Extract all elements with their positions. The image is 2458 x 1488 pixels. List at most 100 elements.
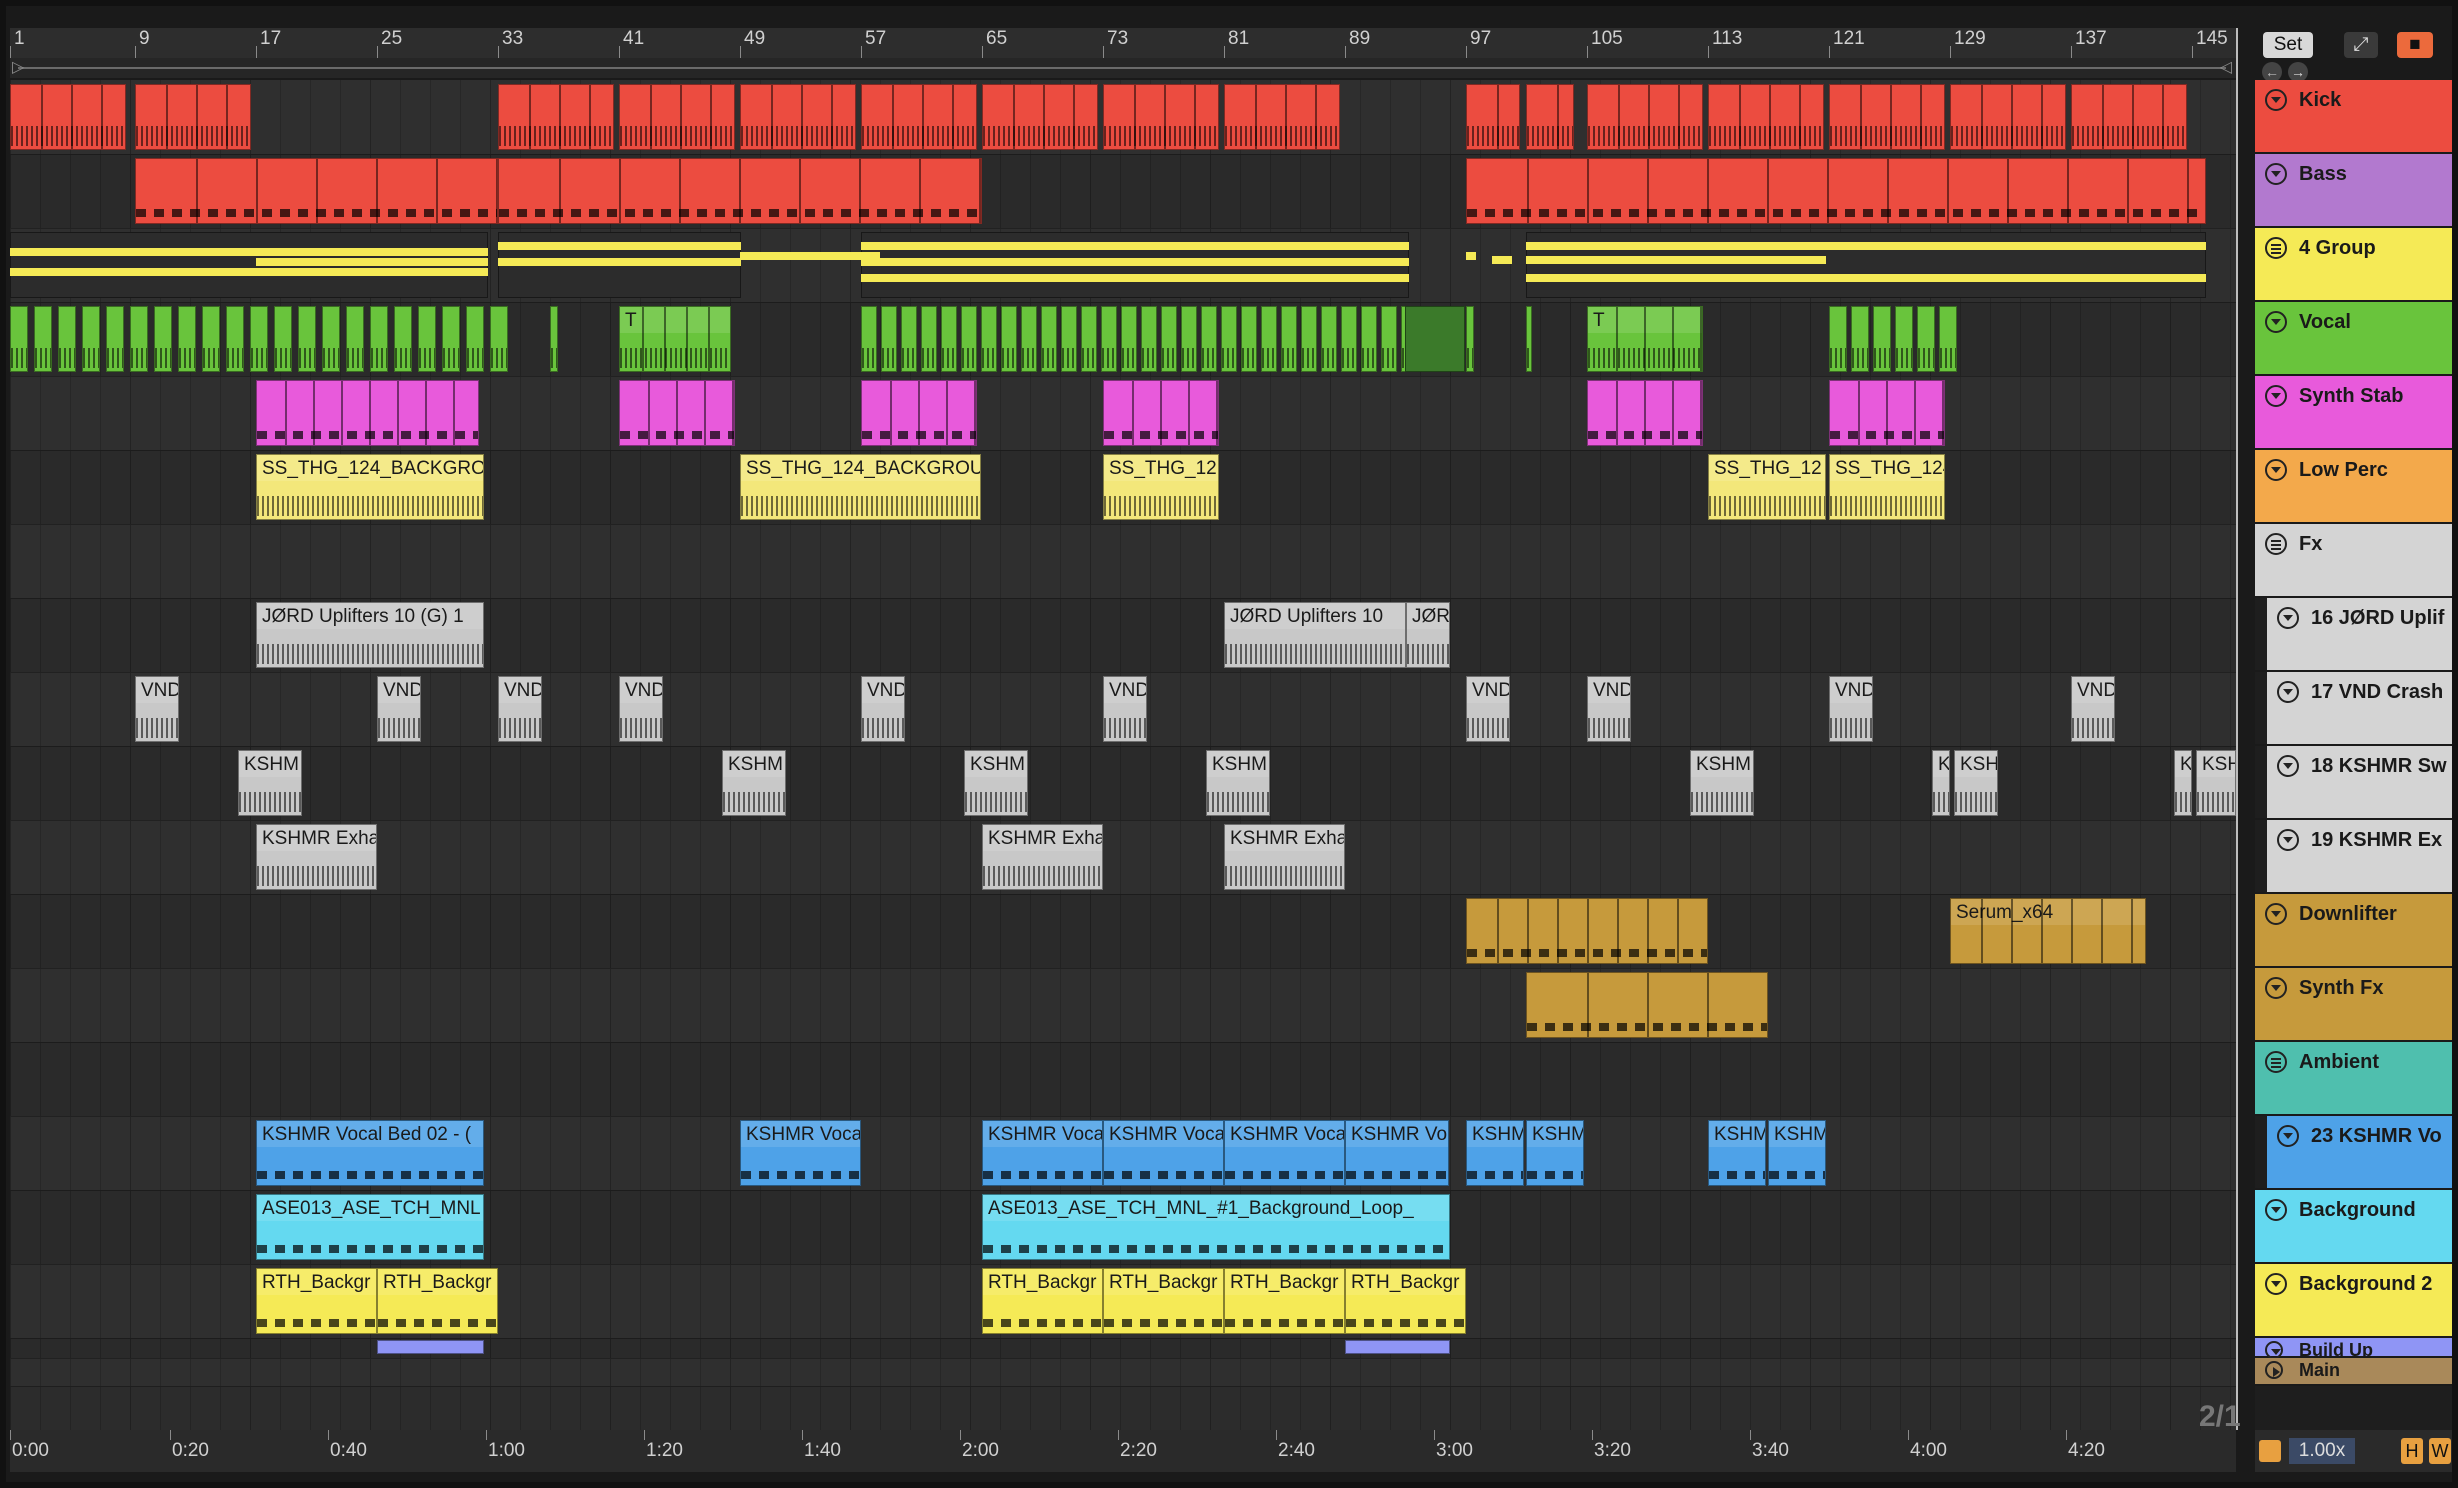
clip[interactable] (619, 380, 735, 446)
clip[interactable] (1224, 84, 1340, 150)
clip[interactable]: VND (498, 676, 542, 742)
clip[interactable]: T (619, 306, 731, 372)
clip[interactable] (1526, 306, 1532, 372)
fold-arrow-icon[interactable] (2277, 829, 2299, 851)
clip[interactable] (881, 306, 897, 372)
clip[interactable] (619, 84, 735, 150)
clip[interactable] (226, 306, 244, 372)
fold-arrow-icon[interactable] (2265, 903, 2287, 925)
clip[interactable] (256, 380, 479, 446)
track-header-synthfx[interactable]: Synth Fx (2255, 968, 2458, 1042)
clip[interactable]: ASE013_ASE_TCH_MNL_#1_Background_Loop_ (982, 1194, 1450, 1260)
clip[interactable]: VND (377, 676, 421, 742)
menu-icon[interactable] (2265, 237, 2287, 259)
clip[interactable] (1001, 306, 1017, 372)
clip[interactable] (861, 84, 977, 150)
track-header-fx[interactable]: Fx (2255, 524, 2458, 598)
track-header-ambient[interactable]: Ambient (2255, 1042, 2458, 1116)
clip[interactable] (10, 84, 126, 150)
track-header-bass[interactable]: Bass (2255, 154, 2458, 228)
clip[interactable]: KSHMR Voca (982, 1120, 1103, 1186)
clip[interactable] (154, 306, 172, 372)
clip[interactable] (466, 306, 484, 372)
clip[interactable] (941, 306, 957, 372)
track-header-kick[interactable]: Kick (2255, 80, 2458, 154)
bar-ruler[interactable]: 1 9 17 25 33 41 49 57 65 73 81 89 97 105 113 121 129 137 1… (10, 28, 2236, 58)
clip[interactable] (250, 306, 268, 372)
clip[interactable] (1361, 306, 1377, 372)
clip[interactable]: SS_THG_12 (1708, 454, 1826, 520)
fold-arrow-icon[interactable] (2265, 1273, 2287, 1295)
clip[interactable] (961, 306, 977, 372)
play-icon[interactable] (2265, 1361, 2283, 1379)
clip[interactable]: ASE013_ASE_TCH_MNL (256, 1194, 484, 1260)
clip[interactable]: SS_THG_124_BACKGROU (740, 454, 981, 520)
clip[interactable] (1241, 306, 1257, 372)
set-button[interactable]: Set (2263, 32, 2313, 58)
clip[interactable] (130, 306, 148, 372)
clip[interactable]: SS_THG_124_BACKGRO (256, 454, 484, 520)
fold-arrow-icon[interactable] (2277, 1125, 2299, 1147)
clip[interactable] (498, 158, 982, 224)
clip[interactable] (442, 306, 460, 372)
clip[interactable]: KSHM (964, 750, 1028, 816)
clip[interactable]: VND (1829, 676, 1873, 742)
clip[interactable]: VND (135, 676, 179, 742)
clip[interactable] (1381, 306, 1397, 372)
clip[interactable] (1281, 306, 1297, 372)
clip[interactable] (1829, 380, 1945, 446)
fold-arrow-icon[interactable] (2265, 1199, 2287, 1221)
clip[interactable] (1466, 898, 1708, 964)
time-ruler[interactable]: 0:00 0:20 0:40 1:00 1:20 1:40 2:00 2:20 2:40 3:00… (10, 1430, 2236, 1472)
clip[interactable] (1466, 84, 1520, 150)
menu-icon[interactable] (2265, 533, 2287, 555)
clip[interactable] (490, 306, 508, 372)
clip[interactable]: VND (1103, 676, 1147, 742)
clip[interactable]: KSHMR Voca (1103, 1120, 1224, 1186)
clip[interactable] (106, 306, 124, 372)
clip[interactable] (58, 306, 76, 372)
track-header-vocal[interactable]: Vocal (2255, 302, 2458, 376)
clip[interactable]: KSHM (238, 750, 302, 816)
clip[interactable] (34, 306, 52, 372)
waveform-icon[interactable] (2259, 1440, 2281, 1462)
clip[interactable] (550, 306, 558, 372)
clip[interactable] (861, 380, 977, 446)
fit-width-button[interactable]: W (2429, 1438, 2451, 1464)
clip[interactable]: KSHM (1526, 1120, 1584, 1186)
clip[interactable] (1181, 306, 1197, 372)
track-header-lowperc[interactable]: Low Perc (2255, 450, 2458, 524)
clip[interactable] (1021, 306, 1037, 372)
clip[interactable]: JØR (1406, 602, 1450, 668)
clip[interactable] (1895, 306, 1913, 372)
clip[interactable] (1141, 306, 1157, 372)
clip[interactable]: K (1932, 750, 1950, 816)
clip[interactable] (1405, 306, 1465, 372)
clip[interactable]: Serum_x64 (1950, 898, 2146, 964)
clip[interactable]: SS_THG_124 (1829, 454, 1945, 520)
track-lane-ambient[interactable] (10, 1042, 2236, 1117)
clip[interactable] (861, 306, 877, 372)
arrangement-tracks-area[interactable]: T T SS_THG_124_BACKGRO SS_THG_124_BACKGROU S… (10, 80, 2236, 1430)
clip[interactable]: VND (619, 676, 663, 742)
track-header-buildup[interactable]: Build Up (2255, 1338, 2458, 1360)
fold-arrow-icon[interactable] (2265, 977, 2287, 999)
clip[interactable] (921, 306, 937, 372)
clip[interactable] (1103, 380, 1219, 446)
loop-brace-strip[interactable]: ▷ ◁ (10, 58, 2236, 78)
clip[interactable] (740, 84, 856, 150)
clip[interactable] (322, 306, 340, 372)
track-lane-synthfx[interactable] (10, 968, 2236, 1043)
clip[interactable]: VND (2071, 676, 2115, 742)
clip[interactable] (1221, 306, 1237, 372)
clip[interactable]: KSHM (1690, 750, 1754, 816)
clip[interactable] (394, 306, 412, 372)
clip[interactable] (1261, 306, 1277, 372)
menu-icon[interactable] (2265, 1051, 2287, 1073)
clip[interactable] (274, 306, 292, 372)
track-header-group4[interactable]: 4 Group (2255, 228, 2458, 302)
fold-arrow-icon[interactable] (2265, 459, 2287, 481)
draw-mode-icon[interactable]: ⤢ (2344, 32, 2378, 58)
clip[interactable]: KSHMR Vo (1345, 1120, 1449, 1186)
clip[interactable]: K (2174, 750, 2192, 816)
